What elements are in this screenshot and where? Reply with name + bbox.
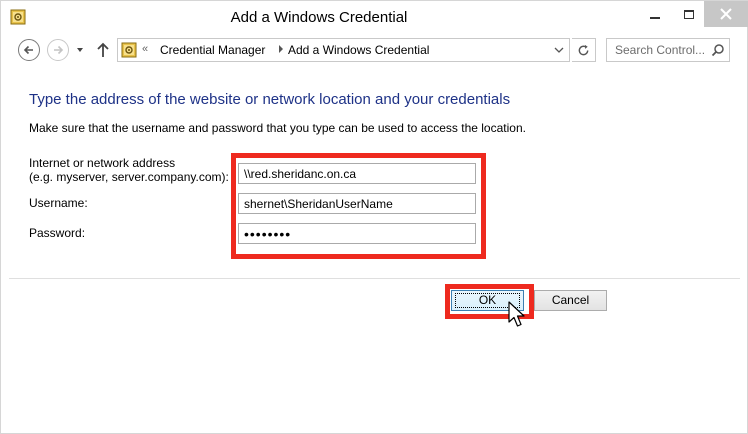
address-label-line1: Internet or network address <box>29 156 176 170</box>
address-bar[interactable]: « Credential Manager Add a Windows Crede… <box>117 38 570 62</box>
refresh-icon <box>578 44 589 55</box>
forward-button[interactable] <box>47 39 69 61</box>
minimize-button[interactable] <box>638 1 672 27</box>
close-button[interactable] <box>704 1 748 27</box>
window-title: Add a Windows Credential <box>230 9 408 26</box>
password-label: Password: <box>29 226 86 240</box>
refresh-button[interactable] <box>572 38 596 62</box>
search-box[interactable] <box>606 38 730 62</box>
search-icon[interactable] <box>711 43 725 57</box>
cancel-button-label: Cancel <box>551 293 590 307</box>
address-label-line2: (e.g. myserver, server.company.com): <box>29 170 229 184</box>
breadcrumb-add-credential[interactable]: Add a Windows Credential <box>288 43 429 57</box>
mouse-pointer-icon <box>508 301 525 327</box>
page-description: Make sure that the username and password… <box>29 121 526 135</box>
fields-highlight-box <box>231 153 486 259</box>
recent-locations-dropdown-icon[interactable] <box>74 44 86 56</box>
back-button[interactable] <box>18 39 40 61</box>
address-dropdown-icon[interactable] <box>554 46 564 54</box>
up-arrow-icon[interactable] <box>95 41 111 59</box>
minimize-icon <box>650 17 660 19</box>
maximize-icon <box>684 9 694 19</box>
close-icon <box>720 8 732 20</box>
search-input[interactable] <box>607 39 711 61</box>
forward-arrow-icon <box>54 45 64 55</box>
navigation-bar: « Credential Manager Add a Windows Crede… <box>1 35 747 65</box>
credential-manager-icon <box>121 42 137 58</box>
title-bar: Add a Windows Credential <box>1 1 748 34</box>
username-label: Username: <box>29 196 88 210</box>
cancel-button[interactable]: Cancel <box>534 290 607 311</box>
divider <box>9 278 740 279</box>
breadcrumb-separator-icon[interactable] <box>279 45 283 53</box>
maximize-button[interactable] <box>672 1 706 27</box>
address-overflow-chevron[interactable]: « <box>142 43 148 55</box>
page-heading: Type the address of the website or netwo… <box>29 91 511 108</box>
credential-window: Add a Windows Credential « Credential Ma… <box>0 0 748 434</box>
breadcrumb-credential-manager[interactable]: Credential Manager <box>160 43 265 57</box>
back-arrow-icon <box>23 45 33 55</box>
